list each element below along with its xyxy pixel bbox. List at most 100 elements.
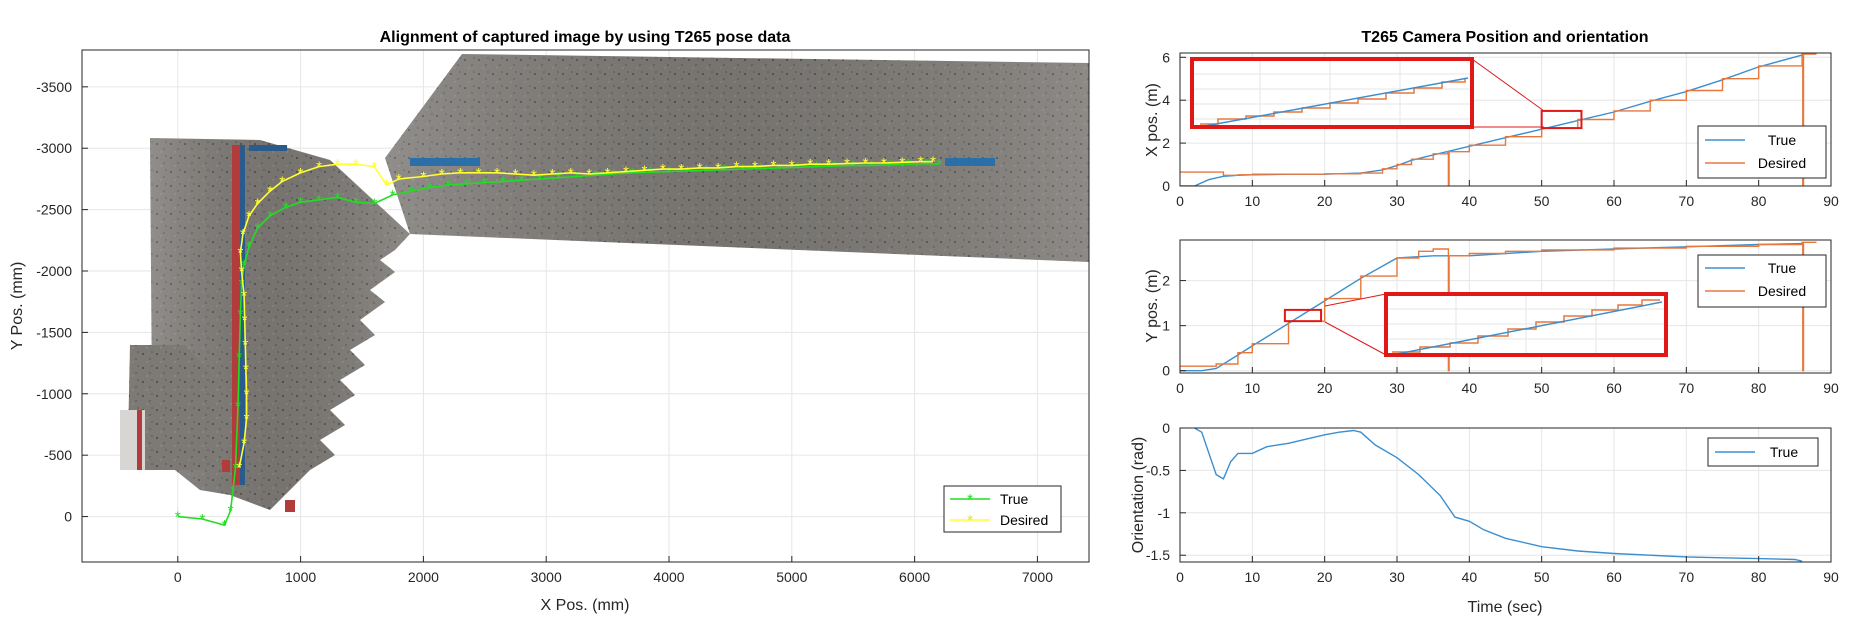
data-point-desired: *: [863, 155, 869, 172]
x-tick-label: 60: [1606, 380, 1622, 396]
data-point-desired: *: [881, 155, 887, 172]
data-point-desired: *: [899, 154, 905, 171]
y-tick-label: -1000: [36, 386, 72, 402]
data-point-desired: *: [242, 337, 248, 354]
data-point-desired: *: [752, 159, 758, 176]
data-point-desired: *: [244, 410, 250, 427]
data-point-desired: *: [642, 162, 648, 179]
data-point-desired: *: [279, 173, 285, 190]
y-tick-label: 2: [1162, 135, 1170, 151]
x-tick-label: 4000: [653, 569, 684, 585]
data-point-true: *: [574, 168, 580, 185]
data-point-true: *: [936, 156, 942, 173]
data-point-true: *: [924, 156, 930, 173]
x-tick-label: 20: [1317, 193, 1333, 209]
legend-true-star-icon: *: [967, 491, 973, 508]
data-point-desired: *: [371, 159, 377, 176]
y-tick-label: -500: [44, 447, 72, 463]
data-point-desired: *: [697, 160, 703, 177]
y-tick-label: -1: [1158, 505, 1171, 521]
data-point-true: *: [648, 164, 654, 181]
chart-title: Alignment of captured image by using T26…: [380, 29, 791, 46]
data-point-desired: *: [715, 160, 721, 177]
y-tick-label: 0: [1162, 420, 1170, 436]
x-tick-label: 0: [1176, 380, 1184, 396]
data-point-true: *: [267, 208, 273, 225]
x-tick-label: 5000: [776, 569, 807, 585]
data-point-true: *: [758, 160, 764, 177]
data-point-desired: *: [244, 386, 250, 403]
data-point-desired: *: [255, 195, 261, 212]
legend-true-label: True: [1768, 260, 1796, 276]
data-point-true: *: [906, 156, 912, 173]
data-point-desired: *: [605, 165, 611, 182]
data-point-true: *: [390, 187, 396, 204]
data-point-true: *: [887, 157, 893, 174]
data-point-desired: *: [298, 165, 304, 182]
data-point-true: *: [236, 349, 242, 366]
legend-true-label: True: [1000, 491, 1028, 507]
data-point-desired: *: [246, 208, 252, 225]
y-tick-label: -1.5: [1146, 547, 1170, 563]
x-tick-label: 50: [1534, 193, 1550, 209]
data-point-desired: *: [396, 171, 402, 188]
data-point-true: *: [482, 175, 488, 192]
x-axis-label: X Pos. (mm): [541, 597, 630, 614]
data-point-true: *: [235, 398, 241, 415]
data-point-true: *: [500, 173, 506, 190]
x-tick-label: 50: [1534, 380, 1550, 396]
data-point-true: *: [556, 170, 562, 187]
x-position-subplot: 0 10 20 30 40 50 60 70 80 90 0 2 4 6 X pos. (m): [1144, 49, 1839, 209]
y-tick-label: 4: [1162, 92, 1170, 108]
legend-desired-label: Desired: [1758, 283, 1806, 299]
data-point-desired: *: [844, 156, 850, 173]
data-point-desired: *: [384, 177, 390, 194]
data-point-true: *: [611, 166, 617, 183]
x-tick-label: 90: [1823, 569, 1839, 585]
y-tick-label: -3000: [36, 140, 72, 156]
data-point-desired: *: [335, 156, 341, 173]
y-tick-label: -0.5: [1146, 462, 1170, 478]
y-axis-label: Y pos. (m): [1144, 269, 1161, 343]
x-tick-label: 70: [1679, 193, 1695, 209]
data-point-true: *: [316, 192, 322, 209]
data-point-desired: *: [316, 159, 322, 176]
y-tick-label: 1: [1162, 318, 1170, 334]
x-tick-label: 0: [174, 569, 182, 585]
data-point-desired: *: [243, 361, 249, 378]
data-point-true: *: [592, 167, 598, 184]
data-point-desired: *: [353, 156, 359, 173]
x-tick-label: 3000: [531, 569, 562, 585]
data-point-true: *: [813, 159, 819, 176]
data-point-desired: *: [420, 168, 426, 185]
legend: True Desired: [1697, 125, 1827, 179]
legend-true-label: True: [1770, 444, 1798, 460]
y-axis-label: X pos. (m): [1144, 83, 1161, 157]
data-point-desired: *: [549, 166, 555, 183]
data-point-desired: *: [789, 157, 795, 174]
data-point-true: *: [629, 165, 635, 182]
x-tick-label: 80: [1751, 569, 1767, 585]
data-point-desired: *: [457, 165, 463, 182]
y-tick-label: 0: [1162, 178, 1170, 194]
x-tick-label: 30: [1389, 193, 1405, 209]
orientation-subplot: 0 10 20 30 40 50 60 70 80 90 0 -0.5 -1 -1.5 Orientati…: [1130, 420, 1839, 616]
data-point-true: *: [777, 160, 783, 177]
data-point-true: *: [222, 517, 228, 534]
x-tick-label: 0: [1176, 193, 1184, 209]
x-tick-label: 0: [1176, 569, 1184, 585]
y-tick-label: 0: [1162, 363, 1170, 379]
y-tick-label: -2000: [36, 263, 72, 279]
legend-true-label: True: [1768, 132, 1796, 148]
data-point-desired: *: [241, 435, 247, 452]
x-tick-label: 80: [1751, 193, 1767, 209]
data-point-true: *: [795, 159, 801, 176]
data-point-true: *: [463, 176, 469, 193]
data-point-desired: *: [568, 165, 574, 182]
data-point-true: *: [666, 164, 672, 181]
legend-desired-label: Desired: [1000, 512, 1048, 528]
data-point-desired: *: [826, 156, 832, 173]
legend: True Desired: [1697, 254, 1827, 308]
data-point-desired: *: [237, 245, 243, 262]
x-tick-label: 10: [1245, 569, 1261, 585]
